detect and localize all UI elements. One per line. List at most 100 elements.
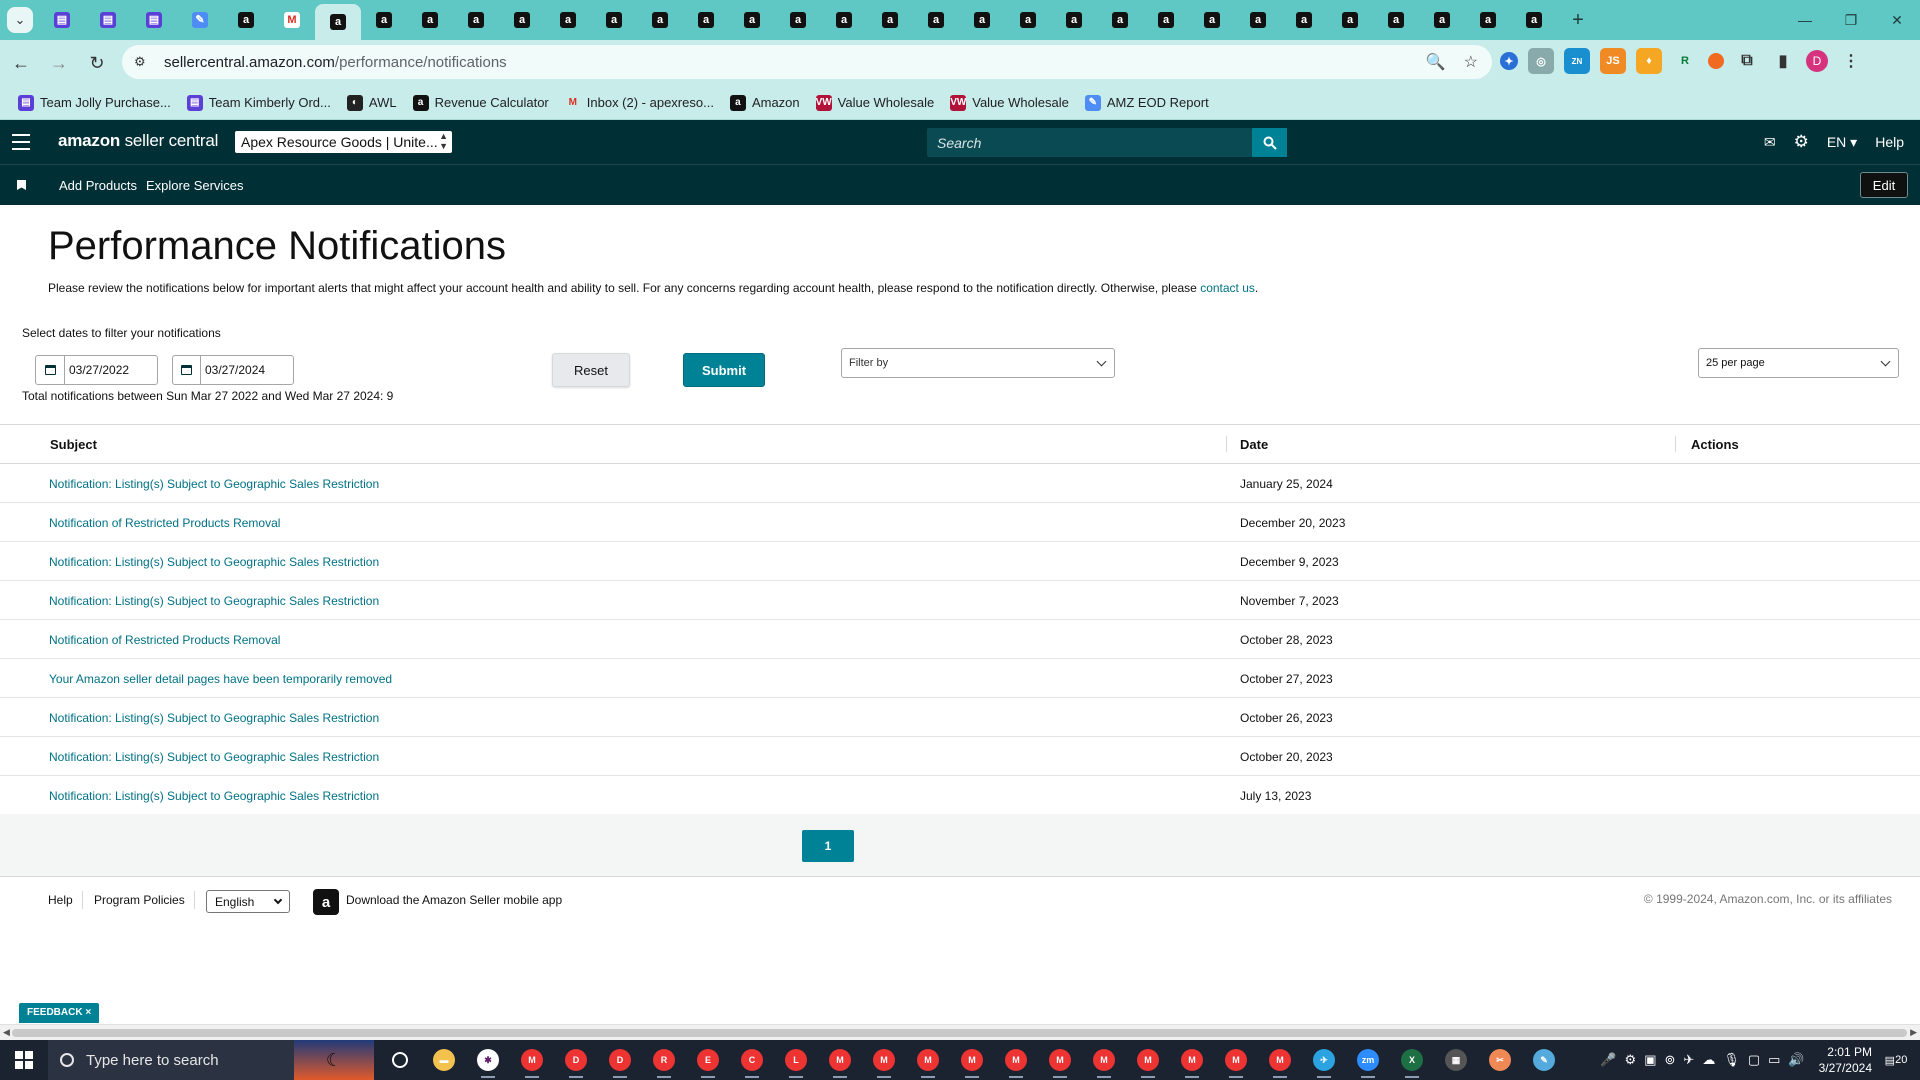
taskbar-app[interactable]: M — [1126, 1040, 1170, 1080]
taskbar-app[interactable]: R — [642, 1040, 686, 1080]
browser-tab[interactable]: a — [1143, 3, 1189, 37]
browser-tab[interactable]: a — [361, 3, 407, 37]
taskbar-app[interactable]: C — [730, 1040, 774, 1080]
amazon-app-icon[interactable]: a — [313, 889, 339, 915]
browser-tab[interactable]: a — [775, 3, 821, 37]
taskbar-app[interactable]: M — [1214, 1040, 1258, 1080]
taskbar-app[interactable]: D — [554, 1040, 598, 1080]
bookmark-item[interactable]: a Revenue Calculator — [405, 89, 557, 117]
help-link[interactable]: Help — [1875, 134, 1904, 150]
footer-language-select[interactable]: English — [206, 890, 290, 913]
taskbar-app[interactable]: M — [1082, 1040, 1126, 1080]
bookmark-item[interactable]: VW Value Wholesale — [942, 89, 1077, 117]
extension-icon[interactable]: ✦ — [1500, 52, 1518, 70]
browser-tab[interactable]: a — [315, 4, 361, 40]
account-switcher[interactable]: Apex Resource Goods | Unite... ▲ ▼ — [235, 131, 452, 153]
notification-subject-link[interactable]: Notification of Restricted Products Remo… — [49, 516, 280, 530]
submit-button[interactable]: Submit — [683, 353, 765, 387]
browser-tab[interactable]: a — [1281, 3, 1327, 37]
browser-tab[interactable]: a — [729, 3, 775, 37]
bookmark-item[interactable]: ◐ AWL — [339, 89, 405, 117]
browser-tab[interactable]: a — [821, 3, 867, 37]
language-selector[interactable]: EN ▾ — [1827, 134, 1857, 151]
column-subject[interactable]: Subject — [50, 437, 97, 452]
calendar-icon[interactable] — [173, 356, 201, 384]
taskbar-app[interactable]: M — [818, 1040, 862, 1080]
bookmark-item[interactable]: VW Value Wholesale — [808, 89, 943, 117]
browser-tab[interactable]: a — [545, 3, 591, 37]
browser-tab[interactable]: a — [1327, 3, 1373, 37]
extension-icon[interactable]: ◎ — [1528, 48, 1554, 74]
scroll-right-icon[interactable]: ▶ — [1910, 1027, 1917, 1038]
browser-tab[interactable]: a — [407, 3, 453, 37]
program-policies-link[interactable]: Program Policies — [94, 893, 185, 907]
bookmark-icon[interactable] — [17, 180, 26, 190]
taskbar-app[interactable]: X — [1390, 1040, 1434, 1080]
feedback-button[interactable]: FEEDBACK × — [19, 1003, 100, 1023]
bookmark-item[interactable]: a Amazon — [722, 89, 808, 117]
notification-subject-link[interactable]: Notification: Listing(s) Subject to Geog… — [49, 477, 379, 491]
taskbar-app[interactable]: E — [686, 1040, 730, 1080]
browser-tab[interactable]: ▤ — [39, 3, 85, 37]
taskbar-app[interactable] — [378, 1040, 422, 1080]
browser-tab[interactable]: a — [591, 3, 637, 37]
taskbar-app[interactable]: ✱ — [466, 1040, 510, 1080]
browser-tab[interactable]: a — [1005, 3, 1051, 37]
browser-tab[interactable]: a — [959, 3, 1005, 37]
nav-add-products[interactable]: Add Products — [59, 178, 137, 193]
notification-subject-link[interactable]: Notification: Listing(s) Subject to Geog… — [49, 789, 379, 803]
date-from-input[interactable] — [69, 363, 157, 377]
clock[interactable]: 2:01 PM 3/27/2024 — [1819, 1044, 1872, 1076]
extensions-puzzle-icon[interactable]: ⧉ — [1734, 48, 1760, 74]
tab-search-dropdown-icon[interactable]: ⌄ — [7, 7, 33, 33]
calendar-icon[interactable] — [36, 356, 65, 384]
footer-help-link[interactable]: Help — [48, 893, 73, 907]
browser-tab[interactable]: a — [683, 3, 729, 37]
per-page-select[interactable]: 25 per page — [1698, 348, 1899, 378]
tray-icon[interactable]: ⚙ — [1625, 1052, 1637, 1068]
taskbar-app[interactable]: L — [774, 1040, 818, 1080]
browser-tab[interactable]: a — [1419, 3, 1465, 37]
contact-us-link[interactable]: contact us — [1200, 281, 1255, 295]
taskbar-app[interactable]: M — [862, 1040, 906, 1080]
scrollbar-thumb[interactable] — [12, 1029, 1907, 1037]
page-1-button[interactable]: 1 — [802, 830, 854, 862]
tray-icon[interactable]: ▢ — [1748, 1052, 1760, 1068]
date-to-input[interactable] — [205, 363, 293, 377]
browser-tab[interactable]: a — [913, 3, 959, 37]
extension-icon[interactable] — [1708, 53, 1724, 69]
back-icon[interactable]: ← — [4, 46, 38, 80]
taskbar-app[interactable]: ▬ — [422, 1040, 466, 1080]
notification-subject-link[interactable]: Notification: Listing(s) Subject to Geog… — [49, 711, 379, 725]
browser-tab[interactable]: a — [1465, 3, 1511, 37]
scroll-left-icon[interactable]: ◀ — [3, 1027, 10, 1038]
tray-icon[interactable]: 🎤 — [1600, 1052, 1616, 1068]
notification-subject-link[interactable]: Notification: Listing(s) Subject to Geog… — [49, 555, 379, 569]
tray-icon[interactable]: ✈ — [1683, 1052, 1694, 1068]
site-info-icon[interactable]: ⚙ — [134, 54, 154, 70]
taskbar-app[interactable]: ▦ — [1434, 1040, 1478, 1080]
taskbar-app[interactable]: M — [1170, 1040, 1214, 1080]
tray-icon[interactable]: ⊚ — [1665, 1052, 1676, 1068]
taskbar-app[interactable]: ✂ — [1478, 1040, 1522, 1080]
reset-button[interactable]: Reset — [552, 353, 630, 387]
taskbar-app[interactable]: ✎ — [1522, 1040, 1566, 1080]
browser-tab[interactable]: a — [1097, 3, 1143, 37]
browser-tab[interactable]: a — [1189, 3, 1235, 37]
seller-central-logo[interactable]: amazon seller central — [58, 131, 218, 151]
network-icon[interactable]: ▭ — [1768, 1052, 1780, 1068]
mail-icon[interactable]: ✉ — [1764, 134, 1776, 151]
tray-icon[interactable]: ▣ — [1644, 1052, 1656, 1068]
notification-subject-link[interactable]: Notification: Listing(s) Subject to Geog… — [49, 750, 379, 764]
volume-icon[interactable]: 🔊 — [1788, 1052, 1804, 1068]
notification-subject-link[interactable]: Notification of Restricted Products Remo… — [49, 633, 280, 647]
taskbar-app[interactable]: zm — [1346, 1040, 1390, 1080]
taskbar-app[interactable]: M — [1038, 1040, 1082, 1080]
browser-tab[interactable]: a — [1051, 3, 1097, 37]
browser-tab[interactable]: ▤ — [131, 3, 177, 37]
microphone-icon[interactable]: 🎙 — [1723, 1052, 1740, 1068]
weather-widget-icon[interactable]: ☾ — [294, 1040, 374, 1080]
edit-button[interactable]: Edit — [1860, 172, 1908, 198]
browser-menu-icon[interactable]: ⋮ — [1838, 48, 1864, 74]
taskbar-app[interactable]: ✈ — [1302, 1040, 1346, 1080]
